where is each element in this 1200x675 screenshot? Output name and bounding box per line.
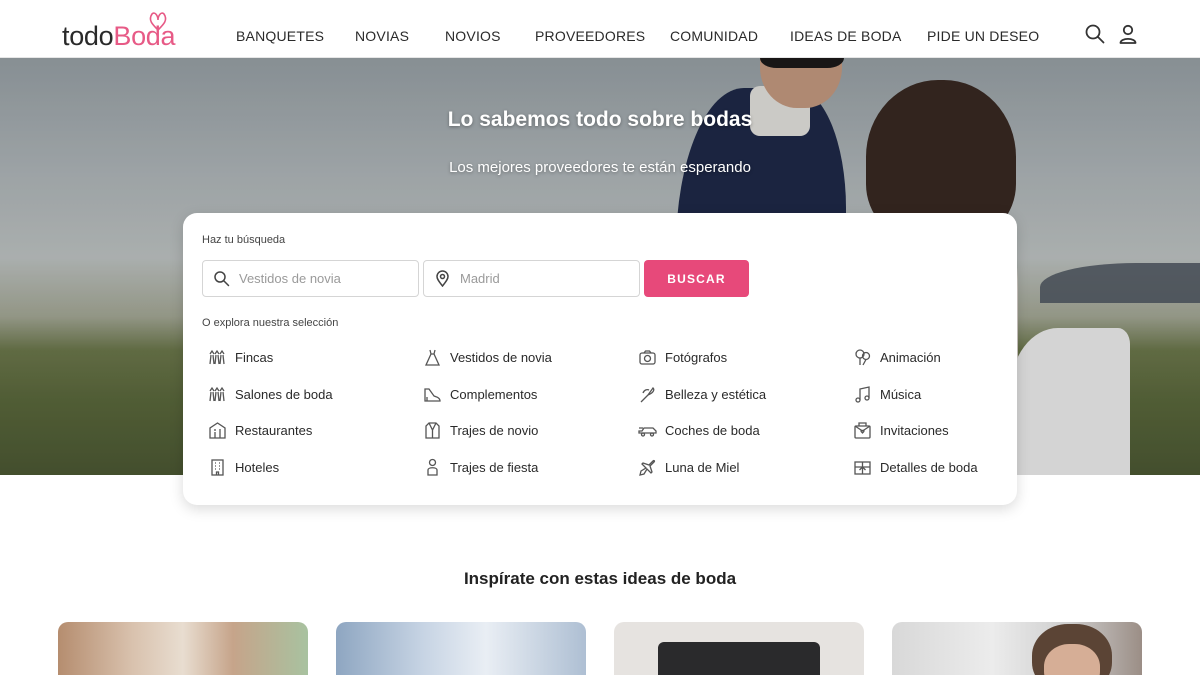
inspiration-title: Inspírate con estas ideas de boda (463, 569, 737, 588)
category-invitaciones[interactable]: Invitaciones (853, 420, 949, 440)
user-icon[interactable] (1117, 23, 1139, 45)
category-label: Fincas (235, 349, 274, 365)
category-fincas[interactable]: Fincas (208, 347, 273, 367)
category-trajes-de-novio[interactable]: Trajes de novio (423, 420, 538, 440)
location-field (423, 260, 640, 297)
search-button[interactable]: BUSCAR (644, 260, 749, 297)
shoe-icon (424, 387, 441, 402)
nav-novias[interactable]: NOVIAS (355, 28, 409, 44)
nav-comunidad[interactable]: COMUNIDAD (670, 28, 758, 44)
main-nav: BANQUETES NOVIAS NOVIOS PROVEEDORES COMU… (0, 0, 1200, 58)
category-label: Salones de boda (235, 386, 333, 402)
hotel-icon (211, 458, 224, 476)
invitation-icon (854, 421, 871, 439)
category-salones-de-boda[interactable]: Salones de boda (208, 384, 333, 404)
explore-label: O explora nuestra selección (202, 317, 339, 329)
gift-icon (854, 460, 871, 475)
category-label: Hoteles (235, 459, 280, 475)
category-label: Invitaciones (880, 422, 949, 438)
category-label: Trajes de novio (450, 422, 539, 438)
category-label: Fotógrafos (665, 349, 728, 365)
nav-proveedores[interactable]: PROVEEDORES (535, 28, 645, 44)
category-fotografos[interactable]: Fotógrafos (638, 347, 727, 367)
person-icon (427, 458, 438, 476)
category-belleza-y-estetica[interactable]: Belleza y estética (638, 384, 766, 404)
music-icon (855, 385, 870, 403)
site-header: todoBoda BANQUETES NOVIAS NOVIOS PROVEED… (0, 0, 1200, 58)
dress-icon (424, 349, 441, 366)
balloon-icon (855, 348, 871, 365)
category-label: Trajes de fiesta (450, 459, 539, 475)
inspiration-card-1[interactable] (58, 622, 308, 675)
category-label: Luna de Miel (665, 459, 740, 475)
category-restaurantes[interactable]: Restaurantes (208, 420, 312, 440)
inspiration-card-3[interactable] (614, 622, 864, 675)
hero-subtitle: Los mejores proveedores te están esperan… (449, 159, 751, 176)
category-label: Vestidos de novia (450, 349, 552, 365)
category-label: Detalles de boda (880, 459, 978, 475)
nav-pide-un-deseo[interactable]: PIDE UN DESEO (927, 28, 1039, 44)
category-label: Complementos (450, 386, 538, 402)
search-card: Haz tu búsqueda BUSCAR O explora nuestra… (183, 213, 1017, 505)
category-label: Animación (880, 349, 941, 365)
nav-novios[interactable]: NOVIOS (445, 28, 501, 44)
hero-title: Lo sabemos todo sobre bodas (447, 108, 753, 131)
search-icon[interactable] (1084, 23, 1106, 45)
camera-icon (639, 349, 656, 365)
search-label: Haz tu búsqueda (202, 234, 286, 246)
category-detalles-de-boda[interactable]: Detalles de boda (853, 457, 978, 477)
category-label: Restaurantes (235, 422, 313, 438)
query-field (202, 260, 419, 297)
location-input[interactable] (460, 261, 631, 296)
category-musica[interactable]: Música (853, 384, 921, 404)
restaurant-icon (209, 421, 226, 439)
category-label: Música (880, 386, 922, 402)
venue-icon (209, 349, 225, 364)
venue-icon (209, 386, 225, 401)
car-icon (638, 426, 657, 437)
category-trajes-de-fiesta[interactable]: Trajes de fiesta (423, 457, 538, 477)
nav-banquetes[interactable]: BANQUETES (236, 28, 324, 44)
category-coches-de-boda[interactable]: Coches de boda (638, 420, 760, 440)
query-input[interactable] (239, 261, 410, 296)
nav-ideas-de-boda[interactable]: IDEAS DE BODA (790, 28, 902, 44)
category-luna-de-miel[interactable]: Luna de Miel (638, 457, 739, 477)
category-label: Coches de boda (665, 422, 760, 438)
category-vestidos-de-novia[interactable]: Vestidos de novia (423, 347, 552, 367)
suit-icon (425, 421, 440, 439)
inspiration-card-2[interactable] (336, 622, 586, 675)
inspiration-card-4[interactable] (892, 622, 1142, 675)
search-icon (214, 271, 230, 287)
category-hoteles[interactable]: Hoteles (208, 457, 279, 477)
plane-icon (639, 459, 656, 476)
beauty-icon (640, 386, 655, 402)
category-complementos[interactable]: Complementos (423, 384, 537, 404)
handbag-image (658, 642, 820, 675)
location-pin-icon (436, 270, 449, 287)
category-label: Belleza y estética (665, 386, 767, 402)
category-animacion[interactable]: Animación (853, 347, 941, 367)
